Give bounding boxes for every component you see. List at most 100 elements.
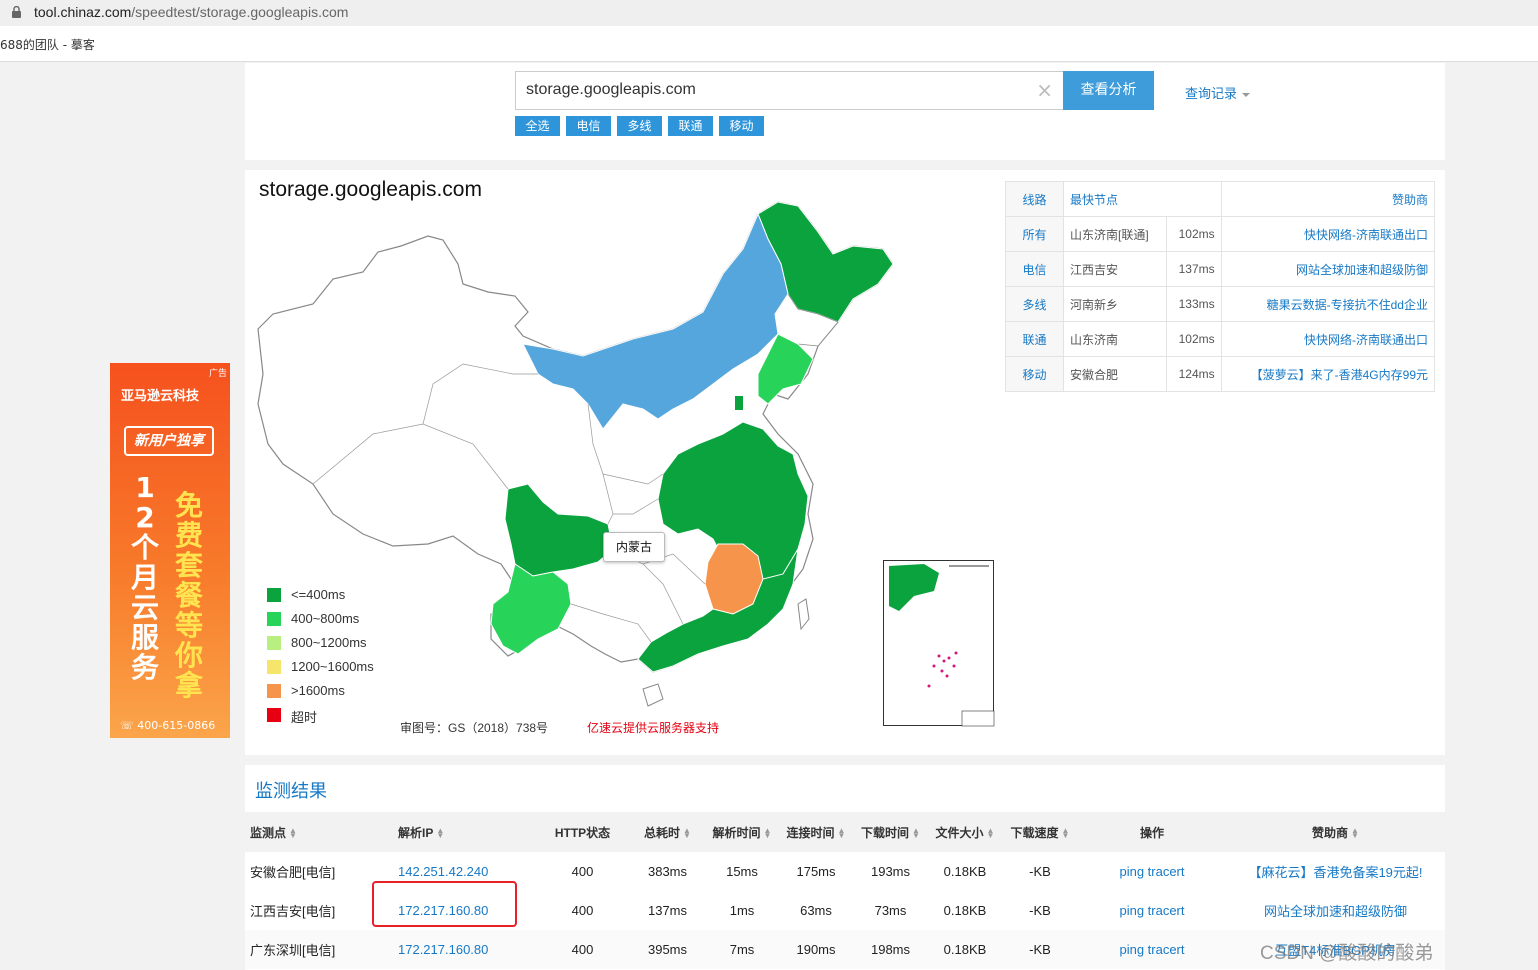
sponsor-link[interactable]: 快快网络-济南联通出口 [1220, 321, 1436, 357]
fastest-node-table: 线路 最快节点 赞助商 所有 山东济南[联通] 102ms 快快网络-济南联通出… [1005, 181, 1436, 392]
map-region-beijing [735, 396, 743, 410]
lock-icon [12, 6, 21, 18]
legend-item: 400~800ms [267, 610, 407, 630]
results-title: 监测结果 [255, 781, 327, 802]
domain-input[interactable] [526, 81, 1016, 99]
monitor-point: 广东深圳[电信] [245, 930, 390, 969]
sponsor-link[interactable]: 网站全球加速和超级防御 [1226, 891, 1445, 930]
advertisement-banner[interactable]: 广告 亚马逊云科技 新用户独享 12个月云服务 免费套餐等你拿 ☏ 400-61… [110, 363, 230, 738]
node-latency: 137ms [1165, 251, 1222, 287]
sort-icon: ▲ ▼ [1351, 826, 1359, 841]
line-type-link[interactable]: 电信 [1005, 251, 1064, 287]
clear-icon[interactable]: × [1036, 79, 1053, 101]
node-name: 河南新乡 [1063, 286, 1167, 322]
inset-map-graphic [889, 564, 995, 727]
table-header-row: 线路 最快节点 赞助商 [1005, 181, 1436, 217]
download-speed: -KB [1029, 903, 1051, 918]
node-name: 安徽合肥 [1063, 356, 1167, 392]
resolved-ip-link[interactable]: 172.217.160.80 [390, 930, 535, 969]
ping-tracert-links[interactable]: ping tracert [1078, 852, 1226, 891]
map-tooltip: 内蒙古 [603, 532, 665, 562]
sort-icon: ▲ ▼ [986, 826, 995, 841]
node-latency: 124ms [1165, 356, 1222, 392]
filter-telecom-button[interactable]: 电信 [566, 116, 611, 136]
history-label: 查询记录 [1185, 87, 1238, 102]
legend-swatch [267, 660, 281, 674]
map-approval-number: 审图号：GS（2018）738号 [400, 721, 549, 735]
node-name: 江西吉安 [1063, 251, 1167, 287]
column-header[interactable]: 总耗时 ▲ ▼ [630, 812, 705, 852]
legend-swatch [267, 708, 281, 722]
table-row: 所有 山东济南[联通] 102ms 快快网络-济南联通出口 [1005, 216, 1436, 252]
bookmark-item[interactable]: 688的团队 - 摹客 [0, 36, 95, 53]
sponsor-link[interactable]: 快快网络-济南联通出口 [1220, 216, 1436, 252]
column-header[interactable]: 下载速度 ▲ ▼ [1002, 812, 1078, 852]
legend-item: 超时 [267, 706, 407, 726]
column-header[interactable]: 赞助商 ▲ ▼ [1226, 812, 1445, 852]
file-size: 0.18KB [928, 930, 1002, 969]
legend-item: 800~1200ms [267, 634, 407, 654]
sponsor-link[interactable]: 【麻花云】香港免备案19元起! [1226, 852, 1445, 891]
resolve-time: 15ms [726, 864, 758, 879]
sort-icon: ▲ ▼ [1061, 826, 1070, 841]
resolve-time: 7ms [705, 930, 779, 969]
http-status: 400 [571, 903, 594, 918]
sponsor-link[interactable]: 网站全球加速和超级防御 [1220, 251, 1436, 287]
column-header[interactable]: 下载时间 ▲ ▼ [853, 812, 928, 852]
column-header: HTTP状态 [535, 812, 630, 852]
monitor-point: 安徽合肥[电信] [250, 865, 336, 880]
ad-badge: 新用户独享 [124, 426, 214, 456]
line-type-link[interactable]: 所有 [1005, 216, 1064, 252]
connect-time: 63ms [800, 903, 832, 918]
resolve-time: 1ms [729, 903, 755, 918]
query-history-dropdown[interactable]: 查询记录 [1185, 83, 1251, 102]
filter-mobile-button[interactable]: 移动 [719, 116, 764, 136]
file-size: 0.18KB [943, 903, 987, 918]
column-header[interactable]: 连接时间 ▲ ▼ [779, 812, 853, 852]
column-header[interactable]: 解析时间 ▲ ▼ [705, 812, 779, 852]
table-row: 移动 安徽合肥 124ms 【菠萝云】来了-香港4G内存99元 [1005, 356, 1436, 392]
node-name: 山东济南 [1063, 321, 1167, 357]
ad-headline-2: 免费套餐等你拿 [174, 489, 203, 702]
analyze-button[interactable]: 查看分析 [1063, 71, 1154, 110]
ad-brand: 亚马逊云科技 [121, 389, 200, 404]
total-time: 383ms [647, 864, 688, 879]
legend-swatch [267, 684, 281, 698]
column-header[interactable]: 监测点 ▲ ▼ [245, 812, 390, 852]
legend-item: <=400ms [267, 586, 407, 606]
ping-tracert-links[interactable]: ping tracert [1078, 930, 1226, 969]
filter-all-button[interactable]: 全选 [515, 116, 560, 136]
download-time: 198ms [853, 930, 928, 969]
legend-swatch [267, 636, 281, 650]
http-status: 400 [535, 930, 630, 969]
column-header[interactable]: 文件大小 ▲ ▼ [928, 812, 1002, 852]
legend-swatch [267, 612, 281, 626]
filter-multiline-button[interactable]: 多线 [617, 116, 662, 136]
legend-item: 1200~1600ms [267, 658, 407, 678]
ad-headline-1: 12个月云服务 [130, 471, 159, 684]
sort-icon: ▲ ▼ [436, 826, 445, 841]
node-name: 山东济南[联通] [1063, 216, 1167, 252]
ping-tracert-links[interactable]: ping tracert [1078, 891, 1226, 930]
ad-phone: ☏ 400-615-0866 [120, 719, 216, 732]
line-type-link[interactable]: 联通 [1005, 321, 1064, 357]
map-region-taiwan [797, 598, 810, 631]
download-speed: -KB [1002, 930, 1078, 969]
map-panel: storage.googleapis.com 内蒙古 <=400ms 400~8… [245, 170, 1445, 755]
total-time: 137ms [647, 903, 688, 918]
filter-unicom-button[interactable]: 联通 [668, 116, 713, 136]
sponsor-link[interactable]: 【菠萝云】来了-香港4G内存99元 [1220, 356, 1436, 392]
address-bar[interactable]: tool.chinaz.com/speedtest/storage.google… [0, 0, 1538, 26]
map-sponsor-link[interactable]: 亿速云提供云服务器支持 [587, 719, 719, 736]
connect-time: 190ms [779, 930, 853, 969]
line-type-link[interactable]: 多线 [1005, 286, 1064, 322]
column-header-line: 线路 [1005, 181, 1064, 217]
ad-tag: 广告 [208, 369, 227, 379]
south-china-sea-inset [883, 560, 995, 727]
column-header-sponsor: 赞助商 [1220, 181, 1436, 217]
http-status: 400 [571, 864, 594, 879]
sponsor-link[interactable]: 糖果云数据-专接抗不住dd企业 [1220, 286, 1436, 322]
table-header-row: 监测点 ▲ ▼ 解析IP ▲ ▼ HTTP状态 总耗时 ▲ ▼ 解析时间 ▲ ▼ 连接时间 ▲ ▼ … [245, 812, 1445, 852]
column-header[interactable]: 解析IP ▲ ▼ [390, 812, 535, 852]
line-type-link[interactable]: 移动 [1005, 356, 1064, 392]
